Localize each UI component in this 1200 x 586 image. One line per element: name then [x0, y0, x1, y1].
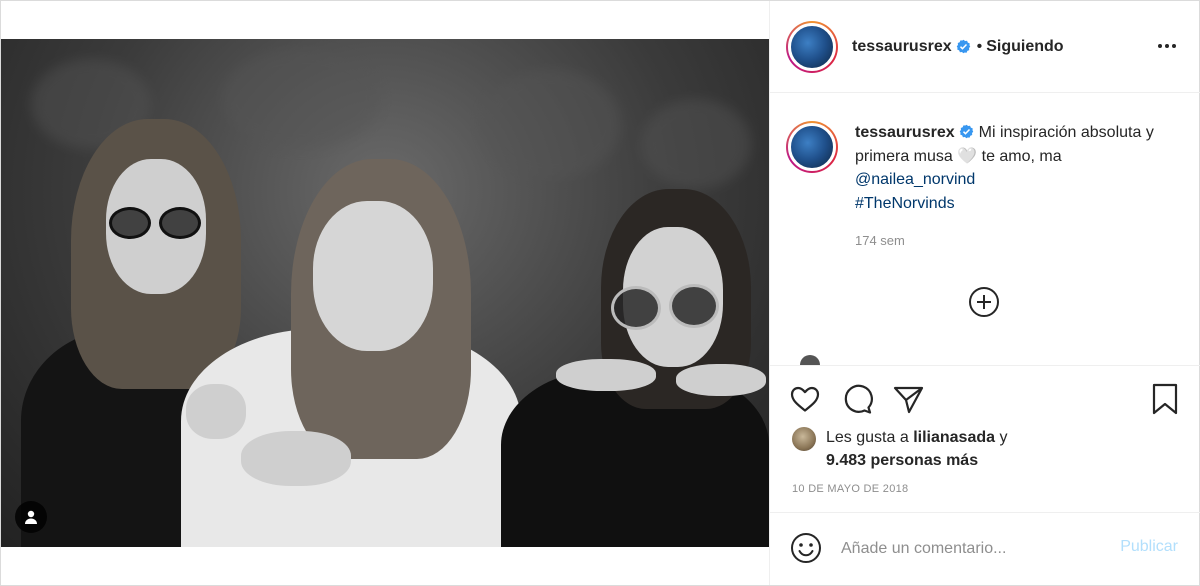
header-avatar-ring[interactable] [786, 20, 838, 73]
caption-avatar-ring[interactable] [786, 121, 838, 173]
caption-body: tessaurusrex Mi inspiración absoluta y p… [855, 121, 1180, 253]
person-left-glasses [159, 207, 201, 239]
verified-badge-icon [956, 39, 970, 54]
likes-connector: y [999, 429, 1008, 446]
likes-text: Les gusta a lilianasada y 9.483 personas… [826, 426, 1007, 472]
avatar [788, 123, 836, 171]
header-username[interactable]: tessaurusrex [852, 38, 952, 56]
heart-icon[interactable] [788, 382, 822, 416]
person-left-glasses [109, 207, 151, 239]
likes-prefix: Les gusta a [826, 429, 909, 446]
comment-input[interactable] [841, 536, 1091, 562]
bokeh [221, 49, 381, 149]
bokeh [481, 69, 621, 179]
next-comment-avatar [800, 355, 820, 365]
caption-timestamp[interactable]: 174 sem [855, 229, 1180, 253]
following-button[interactable]: Siguiendo [986, 38, 1063, 56]
person-middle-hand [241, 431, 351, 486]
emoji-icon[interactable] [790, 532, 822, 564]
caption-mention-link[interactable]: @nailea_norvind [855, 171, 975, 188]
post-header: tessaurusrex • Siguiendo [770, 1, 1200, 93]
bookmark-icon[interactable] [1148, 382, 1182, 416]
publish-button[interactable]: Publicar [1120, 538, 1178, 556]
comments-section: tessaurusrex Mi inspiración absoluta y p… [770, 93, 1200, 365]
avatar [788, 22, 836, 71]
person-middle-hand [186, 384, 246, 439]
comment-form: Publicar [770, 512, 1200, 586]
likes-summary: Les gusta a lilianasada y 9.483 personas… [792, 426, 1007, 472]
caption-hashtag-link[interactable]: #TheNorvinds [855, 195, 955, 212]
photo-area [1, 1, 769, 585]
post-date[interactable]: 10 DE MAYO DE 2018 [792, 483, 908, 495]
person-right-hand [676, 364, 766, 396]
user-tag-icon [25, 510, 37, 524]
instagram-post: tessaurusrex • Siguiendo tessaurusrex Mi… [0, 0, 1200, 586]
user-tag-button[interactable] [15, 501, 47, 533]
caption-username[interactable]: tessaurusrex [855, 124, 955, 141]
liker-avatar[interactable] [792, 427, 816, 451]
comment-icon[interactable] [840, 382, 874, 416]
liker-username[interactable]: lilianasada [913, 429, 995, 446]
plus-circle-icon[interactable] [968, 286, 1000, 318]
post-sidebar: tessaurusrex • Siguiendo tessaurusrex Mi… [769, 1, 1200, 585]
bokeh [641, 99, 751, 189]
person-right-glasses [669, 284, 719, 328]
verified-badge-icon [959, 124, 973, 139]
post-photo[interactable] [1, 39, 769, 547]
caption: tessaurusrex Mi inspiración absoluta y p… [786, 121, 1180, 253]
likes-count-link[interactable]: 9.483 personas más [826, 452, 978, 469]
paper-plane-icon[interactable] [891, 382, 925, 416]
person-right-hand [556, 359, 656, 391]
person-right-glasses [611, 286, 661, 330]
actions-section: Les gusta a lilianasada y 9.483 personas… [770, 365, 1200, 585]
header-separator: • [976, 37, 983, 55]
more-options-icon[interactable] [1156, 39, 1178, 53]
person-middle-face [313, 201, 433, 351]
